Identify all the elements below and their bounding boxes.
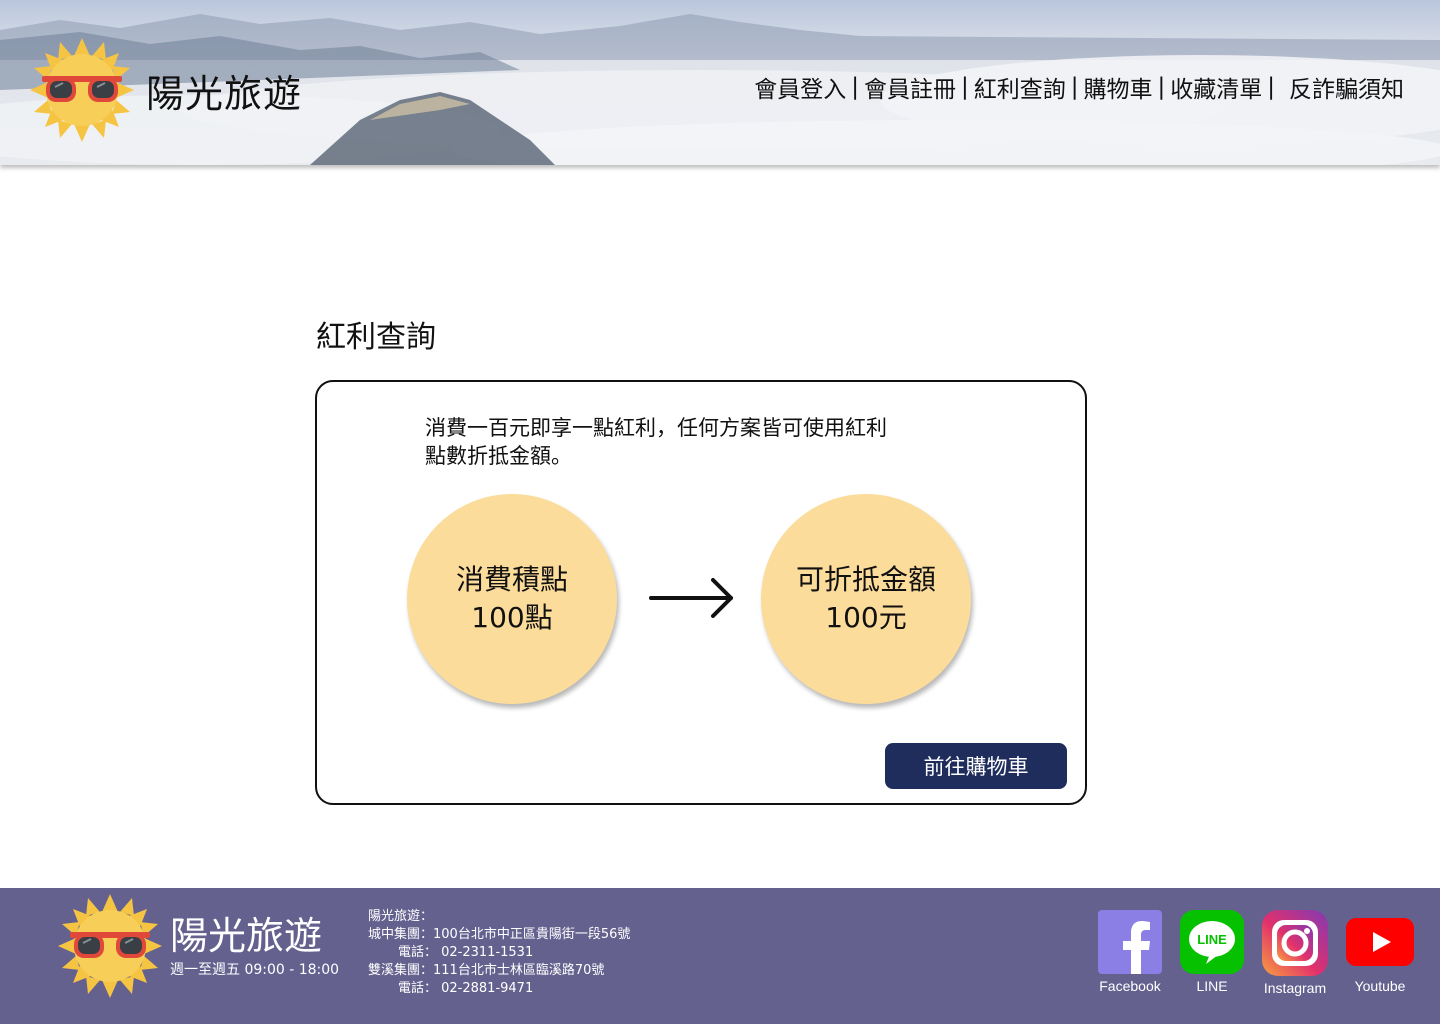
site-header: 陽光旅遊 會員登入 | 會員註冊 | 紅利查詢 | 購物車 | 收藏清單 | 反…: [0, 0, 1440, 165]
nav-shopping-cart[interactable]: 購物車: [1084, 70, 1153, 104]
social-label: Facebook: [1099, 978, 1161, 994]
nav-separator: |: [1157, 74, 1166, 100]
contact-phone: 電話： 02-2311-1531: [398, 945, 534, 960]
site-logo[interactable]: 陽光旅遊: [30, 38, 302, 142]
business-hours: 週一至週五 09:00 - 18:00: [170, 962, 340, 978]
nav-separator: |: [961, 74, 969, 100]
nav-bonus-query[interactable]: 紅利查詢: [974, 70, 1066, 104]
nav-member-login[interactable]: 會員登入: [754, 70, 846, 104]
contact-company: 陽光旅遊：: [368, 909, 434, 924]
line-icon: LINE: [1180, 910, 1244, 974]
instagram-icon: [1262, 910, 1328, 976]
bonus-description-line: 點數折抵金額。: [425, 444, 572, 468]
nav-separator: |: [851, 74, 859, 100]
go-to-cart-button[interactable]: 前往購物車: [885, 743, 1067, 789]
svg-text:LINE: LINE: [1197, 932, 1227, 947]
sun-sunglasses-logo-icon: [30, 38, 134, 142]
contact-branch-address: 城中集團：100台北市中正區貴陽街一段56號: [368, 927, 631, 942]
contact-phone: 電話： 02-2881-9471: [398, 981, 534, 996]
bonus-info-card: 消費一百元即享一點紅利，任何方案皆可使用紅利 點數折抵金額。 消費積點 100點…: [315, 380, 1087, 805]
social-instagram[interactable]: Instagram: [1262, 910, 1328, 996]
nav-anti-fraud[interactable]: 反詐騙須知: [1289, 70, 1404, 104]
social-links: Facebook LINE LINE Instagram Youtube: [1080, 910, 1414, 996]
footer-brand-text: 陽光旅遊 週一至週五 09:00 - 18:00: [170, 913, 339, 979]
social-label: Instagram: [1263, 980, 1327, 996]
footer-logo[interactable]: 陽光旅遊 週一至週五 09:00 - 18:00: [58, 894, 339, 998]
nav-separator: |: [1070, 74, 1079, 100]
sun-sunglasses-logo-icon: [58, 894, 162, 998]
site-footer: 陽光旅遊 週一至週五 09:00 - 18:00 陽光旅遊： 城中集團：100台…: [0, 888, 1440, 1024]
bonus-description-line: 消費一百元即享一點紅利，任何方案皆可使用紅利: [425, 416, 887, 440]
youtube-icon: [1346, 918, 1414, 966]
arrow-right-icon: [649, 578, 733, 618]
points-circle-label: 消費積點: [455, 563, 568, 596]
social-label: Youtube: [1354, 978, 1406, 994]
points-circle-value: 100點: [471, 601, 553, 634]
contact-branch-address: 雙溪集團：111台北市士林區臨溪路70號: [368, 963, 605, 978]
points-circle: 消費積點 100點: [407, 494, 617, 704]
bonus-description: 消費一百元即享一點紅利，任何方案皆可使用紅利 點數折抵金額。: [425, 414, 965, 470]
amount-circle-value: 100元: [825, 601, 907, 634]
top-nav: 會員登入 | 會員註冊 | 紅利查詢 | 購物車 | 收藏清單 | 反詐騙須知: [754, 70, 1404, 104]
social-label: LINE: [1196, 978, 1228, 994]
amount-circle-label: 可折抵金額: [795, 563, 936, 596]
contact-info: 陽光旅遊： 城中集團：100台北市中正區貴陽街一段56號 電話： 02-2311…: [368, 908, 630, 998]
nav-separator: |: [1267, 74, 1275, 100]
facebook-icon: [1098, 910, 1162, 974]
nav-favorites[interactable]: 收藏清單: [1170, 70, 1262, 104]
footer-brand-name: 陽光旅遊: [170, 914, 323, 958]
amount-circle: 可折抵金額 100元: [761, 494, 971, 704]
page-title: 紅利查詢: [316, 320, 436, 355]
social-youtube[interactable]: Youtube: [1346, 910, 1414, 994]
brand-name: 陽光旅遊: [146, 71, 303, 116]
social-facebook[interactable]: Facebook: [1098, 910, 1162, 994]
nav-member-register[interactable]: 會員註冊: [864, 70, 956, 104]
social-line[interactable]: LINE LINE: [1180, 910, 1244, 994]
